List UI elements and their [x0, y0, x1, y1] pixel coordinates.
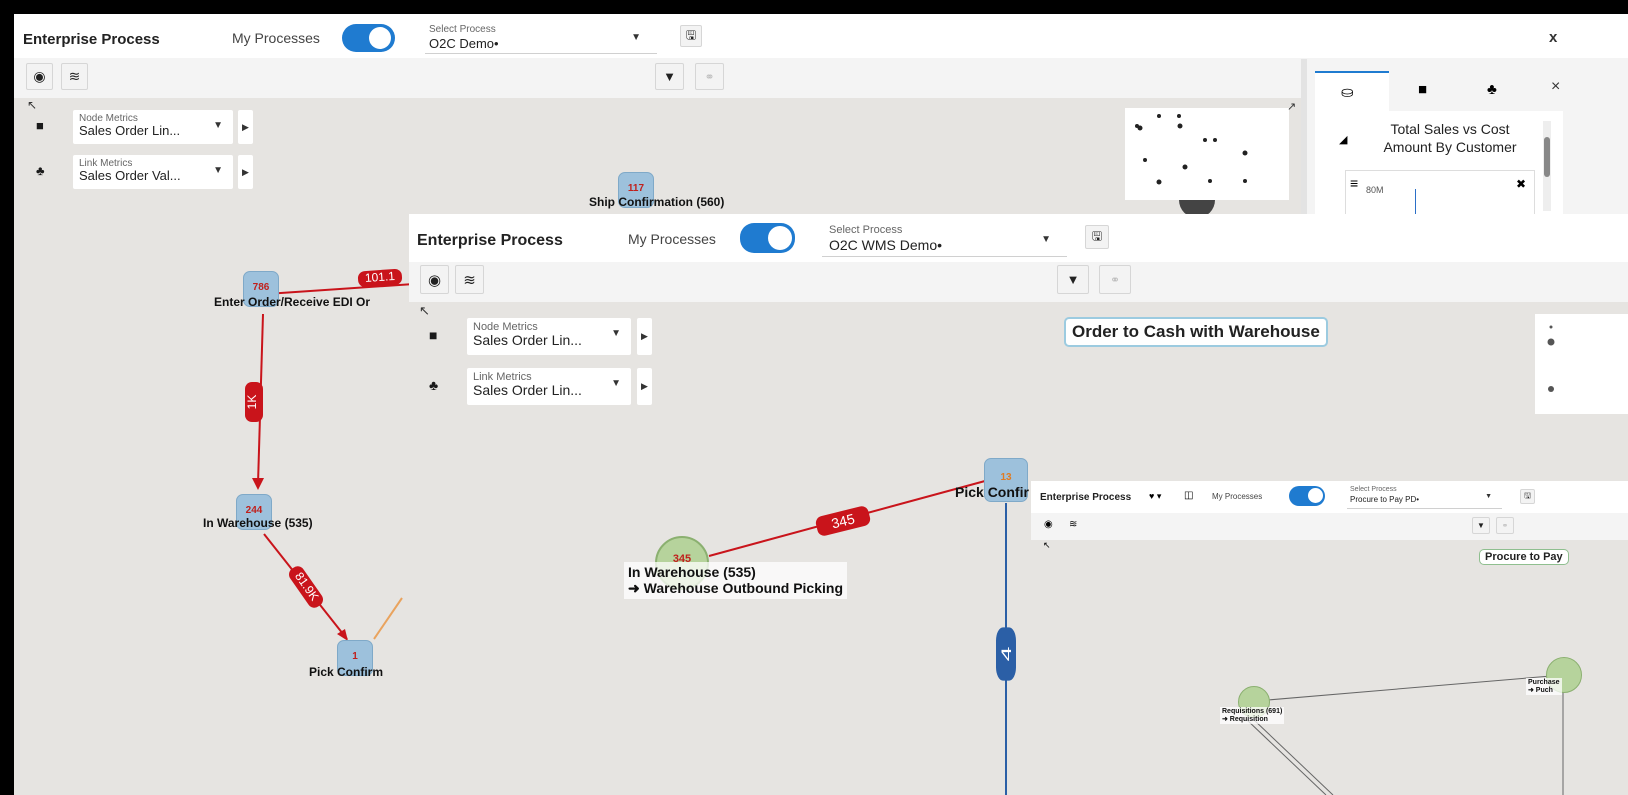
node-label: In Warehouse (535): [628, 564, 756, 580]
node-label: Enter Order/Receive EDI Or: [214, 295, 371, 309]
filter-icon[interactable]: ▼: [1057, 265, 1089, 294]
save-icon[interactable]: 🖫: [1085, 225, 1109, 249]
node-count: 244: [245, 505, 263, 516]
hierarchy-icon: ⚭: [1099, 265, 1131, 294]
node-sublabel: ➜ Requisition: [1222, 716, 1268, 723]
minimap-dots: [1547, 325, 1555, 392]
chevron-down-icon: ▼: [631, 32, 641, 43]
process-window-p2p: Enterprise Process ♥ ▾ ◫ My Processes Se…: [1031, 481, 1628, 795]
tab-link-metrics-icon[interactable]: ♣: [1487, 81, 1497, 98]
process-title: Order to Cash with Warehouse: [1064, 317, 1328, 347]
node-sublabel: ➜ Warehouse Outbound Picking: [628, 580, 843, 596]
select-caption: Select Process: [429, 24, 496, 35]
process-tree-icon: ⛀: [1341, 84, 1354, 101]
node-label-box: In Warehouse (535) ➜ Warehouse Outbound …: [624, 562, 847, 599]
chart-card: ◢ Total Sales vs Cost Amount By Customer…: [1315, 111, 1563, 220]
close-button[interactable]: x: [1549, 29, 1557, 46]
edge-label[interactable]: 4: [996, 627, 1016, 681]
chart-title: Total Sales vs Cost Amount By Customer: [1383, 121, 1517, 155]
minimap[interactable]: [1535, 314, 1628, 414]
process-graph-edges: [1245, 675, 1564, 795]
menu-icon[interactable]: ≡: [1350, 175, 1358, 191]
filter-icon[interactable]: ▼: [655, 63, 684, 90]
node-count: 13: [1000, 472, 1012, 483]
node-label-box: Requisitions (691) ➜ Requisition: [1220, 707, 1285, 724]
edge-label[interactable]: 1K: [245, 382, 263, 422]
node-label: Pick Confirm: [309, 665, 384, 679]
select-value: O2C Demo•: [429, 36, 499, 51]
node-label: Pick Confir: [955, 484, 1029, 500]
collapse-triangle-icon[interactable]: ◢: [1339, 133, 1347, 146]
node-sublabel: ➜ Puch: [1528, 687, 1553, 694]
process-select[interactable]: Select Process O2C Demo• ▼: [425, 22, 657, 54]
panel-close-button[interactable]: ×: [1551, 78, 1560, 96]
process-graph-edges: [708, 480, 1007, 795]
node-label: Ship Confirmation (560): [589, 195, 725, 209]
node-label: In Warehouse (535): [203, 516, 313, 530]
tab-node-metrics-icon[interactable]: ■: [1418, 81, 1427, 98]
minimap-dots: [1135, 114, 1248, 185]
scrollbar[interactable]: [1543, 121, 1551, 211]
tab-node-diagram[interactable]: ⛀: [1315, 71, 1389, 111]
hierarchy-icon: ⚭: [695, 63, 724, 90]
node-label-box: Purchase ➜ Puch: [1526, 678, 1562, 695]
save-icon[interactable]: 🖫: [680, 25, 702, 47]
minimap[interactable]: [1125, 108, 1289, 200]
node-count: 1: [352, 651, 358, 662]
chart-frame: ≡ 80M ✖: [1345, 170, 1535, 220]
expand-arrow-icon[interactable]: ↗: [1287, 100, 1296, 113]
node-count: 786: [252, 282, 270, 293]
node-count: 117: [627, 183, 645, 194]
node-label: Requisitions (691): [1222, 708, 1283, 715]
y-axis-tick: 80M: [1366, 185, 1384, 195]
edge-label[interactable]: 101.1: [357, 268, 403, 288]
side-panel: ⛀ ■ ♣ × ◢ Total Sales vs Cost Amount By …: [1307, 59, 1628, 220]
node-label: Purchase: [1528, 679, 1560, 686]
fullscreen-icon[interactable]: ✖: [1516, 177, 1526, 191]
